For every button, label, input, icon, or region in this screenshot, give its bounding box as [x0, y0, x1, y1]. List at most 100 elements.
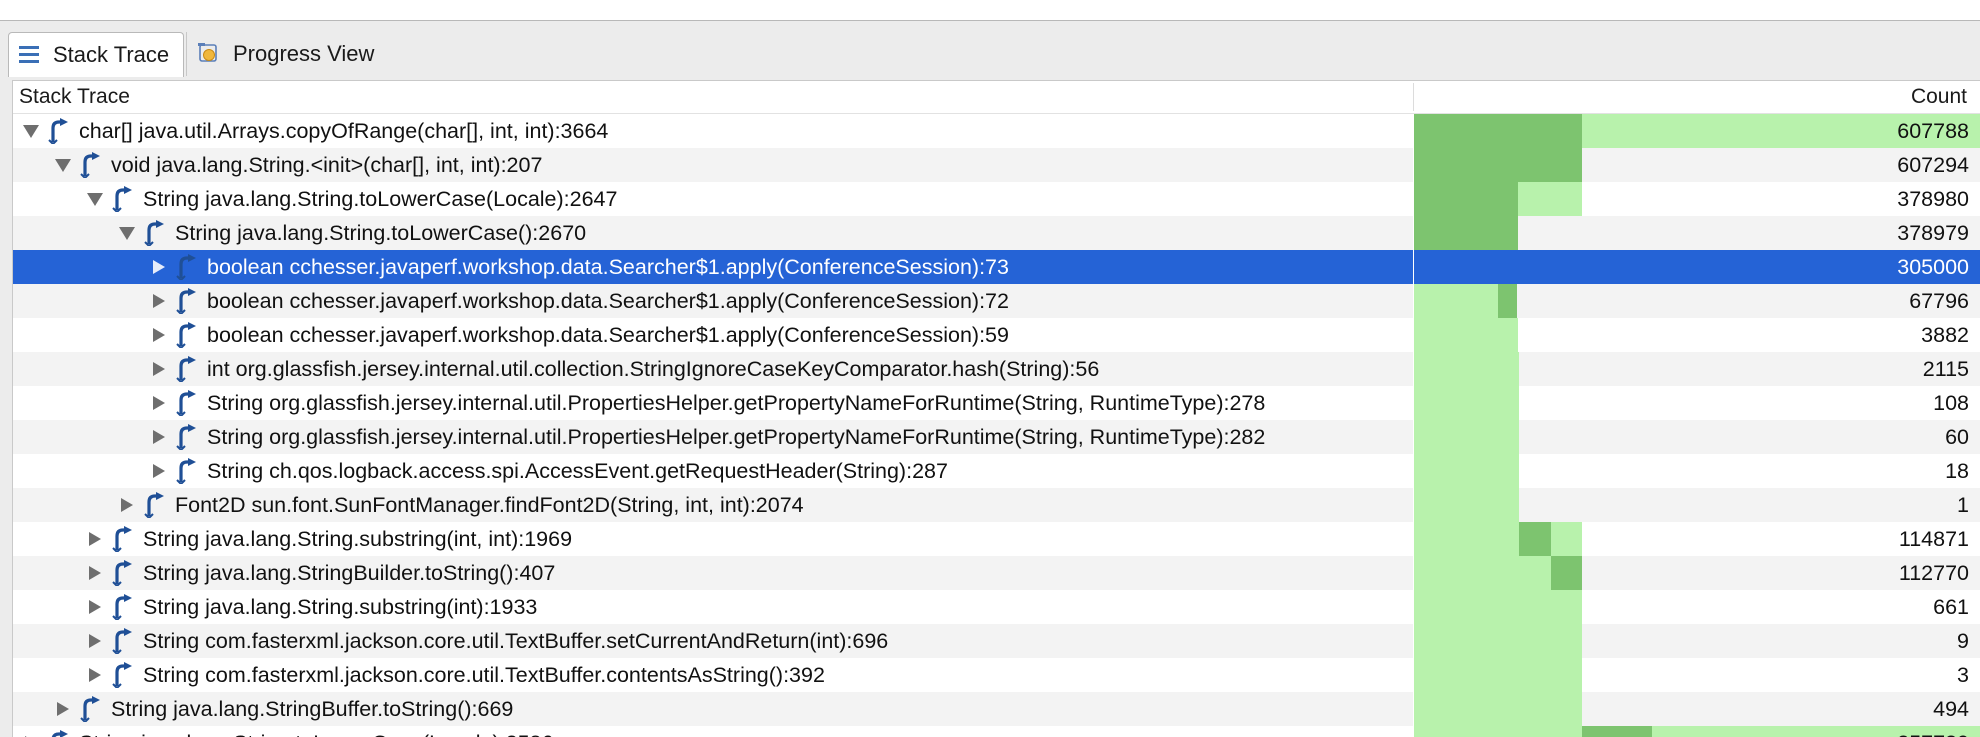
tree-row[interactable]: String com.fasterxml.jackson.core.util.T…	[13, 658, 1980, 692]
expand-toggle[interactable]	[89, 634, 101, 648]
frame-label: char[] java.util.Arrays.copyOfRange(char…	[79, 119, 609, 143]
expand-toggle[interactable]	[57, 702, 69, 716]
expand-toggle[interactable]	[89, 532, 101, 546]
total-time-bar	[1414, 522, 1519, 556]
tree-row[interactable]: void java.lang.String.<init>(char[], int…	[13, 148, 1980, 182]
tree-row[interactable]: String ch.qos.logback.access.spi.AccessE…	[13, 454, 1980, 488]
frame-label: Font2D sun.font.SunFontManager.findFont2…	[175, 493, 804, 517]
count-cell: 1	[1414, 488, 1980, 522]
total-time-bar	[1414, 658, 1582, 692]
stack-trace-cell[interactable]: String java.lang.String.substring(int, i…	[13, 522, 1413, 556]
tree-row[interactable]: String java.lang.StringBuilder.toString(…	[13, 556, 1980, 590]
count-value: 18	[1945, 459, 1969, 483]
tree-row[interactable]: boolean cchesser.javaperf.workshop.data.…	[13, 284, 1980, 318]
tree-row[interactable]: Font2D sun.font.SunFontManager.findFont2…	[13, 488, 1980, 522]
tree-row[interactable]: String java.lang.String.toLowerCase(Loca…	[13, 726, 1980, 737]
method-call-icon	[175, 458, 199, 486]
count-cell: 378980	[1414, 182, 1980, 216]
tree-row[interactable]: String org.glassfish.jersey.internal.uti…	[13, 420, 1980, 454]
count-value: 3	[1957, 663, 1969, 687]
tree-row[interactable]: int org.glassfish.jersey.internal.util.c…	[13, 352, 1980, 386]
expand-toggle[interactable]	[89, 668, 101, 682]
stack-trace-cell[interactable]: String ch.qos.logback.access.spi.AccessE…	[13, 454, 1413, 488]
list-icon	[19, 46, 39, 63]
stack-trace-cell[interactable]: void java.lang.String.<init>(char[], int…	[13, 148, 1413, 182]
frame-label: String com.fasterxml.jackson.core.util.T…	[143, 663, 825, 687]
count-cell: 60	[1414, 420, 1980, 454]
count-cell: 494	[1414, 692, 1980, 726]
tab-stack-trace[interactable]: Stack Trace	[8, 32, 184, 77]
count-value: 108	[1933, 391, 1969, 415]
count-cell: 9	[1414, 624, 1980, 658]
count-value: 494	[1933, 697, 1969, 721]
stack-trace-cell[interactable]: String java.lang.StringBuilder.toString(…	[13, 556, 1413, 590]
count-cell: 305000	[1414, 250, 1980, 284]
collapse-toggle[interactable]	[23, 125, 39, 138]
frame-label: String com.fasterxml.jackson.core.util.T…	[143, 629, 889, 653]
expand-toggle[interactable]	[121, 498, 133, 512]
stack-trace-cell[interactable]: String org.glassfish.jersey.internal.uti…	[13, 420, 1413, 454]
tree-row[interactable]: boolean cchesser.javaperf.workshop.data.…	[13, 250, 1980, 284]
stack-trace-cell[interactable]: char[] java.util.Arrays.copyOfRange(char…	[13, 114, 1413, 148]
tree-row[interactable]: char[] java.util.Arrays.copyOfRange(char…	[13, 114, 1980, 148]
expand-toggle[interactable]	[153, 362, 165, 376]
total-time-bar	[1518, 182, 1582, 216]
stack-trace-cell[interactable]: String java.lang.StringBuffer.toString()…	[13, 692, 1413, 726]
method-call-icon	[111, 662, 135, 690]
total-time-bar	[1414, 624, 1582, 658]
collapse-toggle[interactable]	[119, 227, 135, 240]
method-call-icon	[143, 220, 167, 248]
stack-trace-cell[interactable]: String java.lang.String.toLowerCase():26…	[13, 216, 1413, 250]
method-call-icon	[111, 628, 135, 656]
collapse-toggle[interactable]	[87, 193, 103, 206]
stack-trace-cell[interactable]: boolean cchesser.javaperf.workshop.data.…	[13, 318, 1413, 352]
expand-toggle[interactable]	[153, 396, 165, 410]
expand-toggle[interactable]	[153, 464, 165, 478]
total-time-bar	[1414, 284, 1498, 318]
expand-toggle[interactable]	[153, 430, 165, 444]
self-time-bar	[1414, 216, 1518, 250]
stack-trace-cell[interactable]: boolean cchesser.javaperf.workshop.data.…	[13, 284, 1413, 318]
tree-row[interactable]: String org.glassfish.jersey.internal.uti…	[13, 386, 1980, 420]
collapse-toggle[interactable]	[55, 159, 71, 172]
frame-label: int org.glassfish.jersey.internal.util.c…	[207, 357, 1100, 381]
tree-row[interactable]: String java.lang.StringBuffer.toString()…	[13, 692, 1980, 726]
column-header-count[interactable]: Count	[1911, 85, 1967, 109]
tree-row[interactable]: String java.lang.String.substring(int):1…	[13, 590, 1980, 624]
count-cell: 67796	[1414, 284, 1980, 318]
tree-row[interactable]: String com.fasterxml.jackson.core.util.T…	[13, 624, 1980, 658]
stack-trace-cell[interactable]: String java.lang.String.substring(int):1…	[13, 590, 1413, 624]
self-time-bar	[1414, 182, 1518, 216]
expand-toggle[interactable]	[153, 294, 165, 308]
count-cell: 607788	[1414, 114, 1980, 148]
total-time-bar	[1414, 692, 1582, 726]
tree-row[interactable]: String java.lang.String.substring(int, i…	[13, 522, 1980, 556]
column-header-stack-trace[interactable]: Stack Trace	[19, 85, 130, 109]
expand-toggle[interactable]	[89, 600, 101, 614]
stack-trace-cell[interactable]: String java.lang.String.toLowerCase(Loca…	[13, 182, 1413, 216]
expand-toggle[interactable]	[153, 260, 165, 274]
count-cell: 378979	[1414, 216, 1980, 250]
count-value: 607788	[1897, 119, 1969, 143]
count-value: 2115	[1922, 357, 1969, 381]
expand-toggle[interactable]	[89, 566, 101, 580]
tree-row[interactable]: String java.lang.String.toLowerCase():26…	[13, 216, 1980, 250]
stack-trace-cell[interactable]: String org.glassfish.jersey.internal.uti…	[13, 386, 1413, 420]
stack-trace-cell[interactable]: String com.fasterxml.jackson.core.util.T…	[13, 624, 1413, 658]
stack-trace-cell[interactable]: String java.lang.String.toLowerCase(Loca…	[13, 726, 1413, 737]
frame-label: boolean cchesser.javaperf.workshop.data.…	[207, 255, 1009, 279]
frame-label: String ch.qos.logback.access.spi.AccessE…	[207, 459, 948, 483]
stack-trace-cell[interactable]: boolean cchesser.javaperf.workshop.data.…	[13, 250, 1413, 284]
frame-label: String org.glassfish.jersey.internal.uti…	[207, 391, 1266, 415]
tab-progress-view[interactable]: Progress View	[186, 32, 391, 76]
stack-trace-cell[interactable]: Font2D sun.font.SunFontManager.findFont2…	[13, 488, 1413, 522]
tree-row[interactable]: boolean cchesser.javaperf.workshop.data.…	[13, 318, 1980, 352]
tree-row[interactable]: String java.lang.String.toLowerCase(Loca…	[13, 182, 1980, 216]
column-divider[interactable]	[1413, 83, 1414, 111]
total-time-bar	[1414, 488, 1519, 522]
stack-trace-cell[interactable]: int org.glassfish.jersey.internal.util.c…	[13, 352, 1413, 386]
stack-trace-cell[interactable]: String com.fasterxml.jackson.core.util.T…	[13, 658, 1413, 692]
method-call-icon	[175, 424, 199, 452]
expand-toggle[interactable]	[153, 328, 165, 342]
method-call-icon	[175, 322, 199, 350]
